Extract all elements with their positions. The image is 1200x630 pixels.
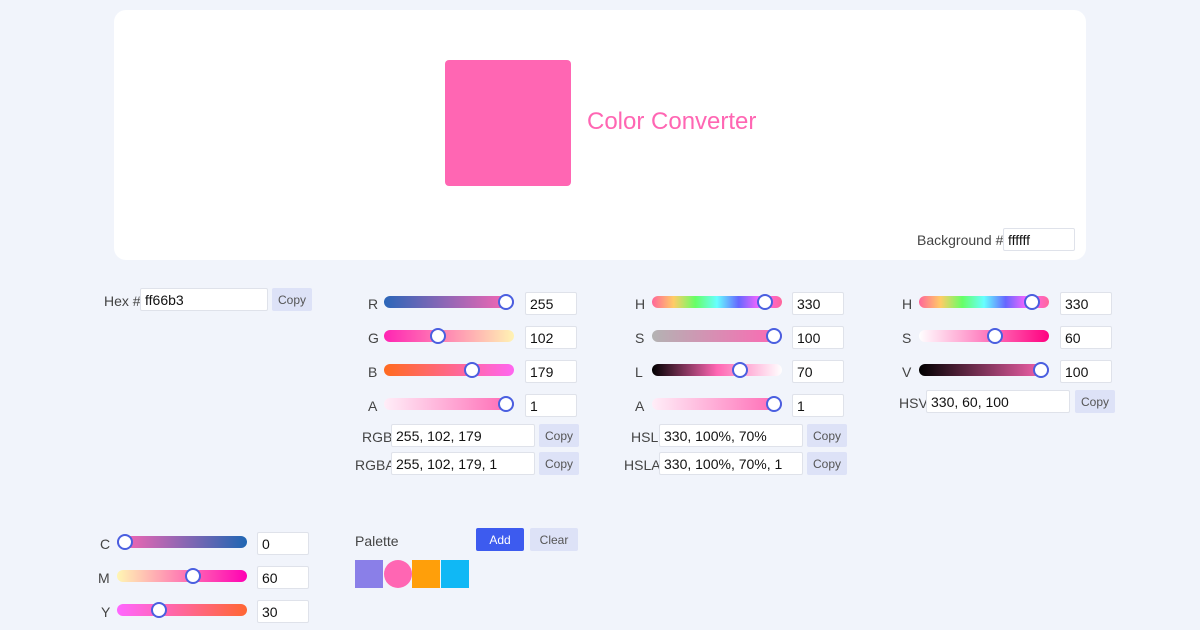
hsv-saturation-slider[interactable]: [919, 328, 1049, 344]
hsla-copy-button[interactable]: Copy: [807, 452, 847, 475]
rgb-copy-button[interactable]: Copy: [539, 424, 579, 447]
hsl-saturation-input[interactable]: [792, 326, 844, 349]
r-input[interactable]: [525, 292, 577, 315]
hsl-hue-input[interactable]: [792, 292, 844, 315]
yellow-slider-thumb[interactable]: [151, 602, 168, 618]
r-slider[interactable]: [384, 294, 514, 310]
b-slider[interactable]: [384, 362, 514, 378]
background-label: Background #: [917, 232, 1004, 248]
hsv-h-label: H: [902, 296, 913, 312]
hex-label: Hex #: [104, 293, 141, 309]
cyan-slider-thumb[interactable]: [117, 534, 133, 550]
rgba-label: RGBA: [355, 457, 395, 473]
rgba-copy-button[interactable]: Copy: [539, 452, 579, 475]
rgb-alpha-slider-thumb[interactable]: [498, 396, 514, 412]
hsl-hue-slider-thumb[interactable]: [756, 294, 773, 310]
magenta-input[interactable]: [257, 566, 309, 589]
palette-title: Palette: [355, 533, 399, 549]
g-slider[interactable]: [384, 328, 514, 344]
hsl-a-label: A: [635, 398, 645, 414]
hsl-s-label: S: [635, 330, 645, 346]
hsv-saturation-slider-thumb[interactable]: [987, 328, 1004, 344]
preview-title: Color Converter: [587, 108, 757, 135]
r-slider-thumb[interactable]: [498, 294, 514, 310]
hsla-label: HSLA: [624, 457, 661, 473]
hsl-saturation-slider[interactable]: [652, 328, 782, 344]
g-label: G: [368, 330, 379, 346]
hsv-value-slider-thumb[interactable]: [1033, 362, 1049, 378]
hsl-l-label: L: [635, 364, 643, 380]
b-label: B: [368, 364, 378, 380]
yellow-slider[interactable]: [117, 602, 247, 618]
hsv-s-label: S: [902, 330, 912, 346]
palette-swatch[interactable]: [440, 560, 469, 588]
hsv-value-input[interactable]: [1060, 360, 1112, 383]
hsl-string-input[interactable]: [659, 424, 803, 447]
hsl-label: HSL: [631, 429, 659, 445]
hsla-string-input[interactable]: [659, 452, 803, 475]
hsl-h-label: H: [635, 296, 646, 312]
hsl-alpha-slider[interactable]: [652, 396, 782, 412]
hex-input[interactable]: [140, 288, 268, 311]
r-label: R: [368, 296, 379, 312]
cmyk-y-label: Y: [101, 604, 111, 620]
magenta-slider-thumb[interactable]: [185, 568, 202, 584]
palette-add-button[interactable]: Add: [476, 528, 524, 551]
hsv-saturation-input[interactable]: [1060, 326, 1112, 349]
a-label: A: [368, 398, 378, 414]
hsv-value-slider[interactable]: [919, 362, 1049, 378]
g-input[interactable]: [525, 326, 577, 349]
hsl-lightness-slider[interactable]: [652, 362, 782, 378]
cmyk-c-label: C: [100, 536, 111, 552]
hsv-hue-slider-thumb[interactable]: [1023, 294, 1040, 310]
hsl-lightness-input[interactable]: [792, 360, 844, 383]
hsl-lightness-slider-thumb[interactable]: [731, 362, 748, 378]
b-input[interactable]: [525, 360, 577, 383]
color-preview-swatch: [445, 60, 571, 186]
hsl-alpha-input[interactable]: [792, 394, 844, 417]
yellow-input[interactable]: [257, 600, 309, 623]
rgb-alpha-slider[interactable]: [384, 396, 514, 412]
cyan-input[interactable]: [257, 532, 309, 555]
palette-swatch[interactable]: [412, 560, 440, 588]
rgb-label: RGB: [362, 429, 393, 445]
rgb-alpha-input[interactable]: [525, 394, 577, 417]
hsv-hue-input[interactable]: [1060, 292, 1112, 315]
cmyk-m-label: M: [98, 570, 110, 586]
rgba-string-input[interactable]: [391, 452, 535, 475]
hsv-label: HSV: [899, 395, 928, 411]
magenta-slider[interactable]: [117, 568, 247, 584]
hsl-alpha-slider-thumb[interactable]: [766, 396, 782, 412]
hsl-copy-button[interactable]: Copy: [807, 424, 847, 447]
hsv-string-input[interactable]: [926, 390, 1070, 413]
palette-swatch[interactable]: [355, 560, 383, 588]
g-slider-thumb[interactable]: [429, 328, 446, 344]
hsl-hue-slider[interactable]: [652, 294, 782, 310]
hex-copy-button[interactable]: Copy: [272, 288, 312, 311]
cyan-slider[interactable]: [117, 534, 247, 550]
hsv-copy-button[interactable]: Copy: [1075, 390, 1115, 413]
hsv-v-label: V: [902, 364, 912, 380]
preview-card: Color Converter Background #: [114, 10, 1086, 260]
b-slider-thumb[interactable]: [464, 362, 481, 378]
background-hex-input[interactable]: [1003, 228, 1075, 251]
rgb-string-input[interactable]: [391, 424, 535, 447]
hsv-hue-slider[interactable]: [919, 294, 1049, 310]
palette-clear-button[interactable]: Clear: [530, 528, 578, 551]
hsl-saturation-slider-thumb[interactable]: [766, 328, 782, 344]
palette-swatch[interactable]: [383, 560, 412, 588]
